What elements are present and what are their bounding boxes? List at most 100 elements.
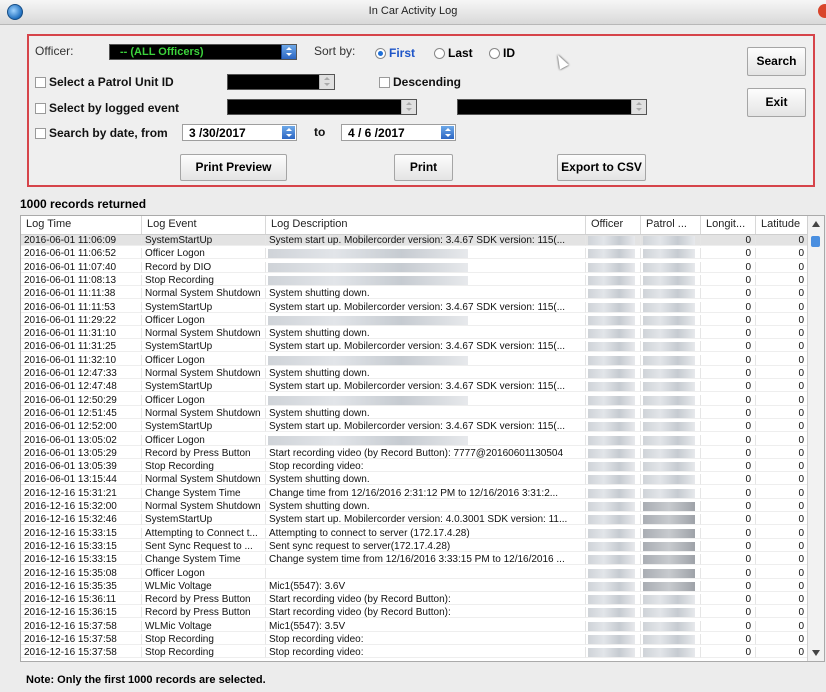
redacted-block [588,355,635,365]
sort-last-radio[interactable] [434,48,445,59]
table-row[interactable]: 2016-06-01 11:06:52 Officer Logon 0 0 [21,248,809,260]
table-row[interactable]: 2016-06-01 11:08:13 Stop Recording 0 0 [21,274,809,286]
table-cell [586,501,641,512]
table-cell: 0 [701,461,756,473]
table-cell: 0 [756,580,809,592]
redacted-block [588,648,635,658]
table-row[interactable]: 2016-12-16 15:35:08 Officer Logon 0 0 [21,567,809,579]
table-row[interactable]: 2016-06-01 11:11:38 Normal System Shutdow… [21,288,809,300]
scroll-down-icon[interactable] [812,650,820,656]
redacted-block [588,555,635,565]
table-cell [586,487,641,499]
table-cell: 2016-12-16 15:32:00 [21,501,142,512]
table-row[interactable]: 2016-06-01 11:29:22 Officer Logon 0 0 [21,314,809,326]
table-row[interactable]: 2016-06-01 12:47:48 SystemStartUp System s… [21,381,809,393]
descending-checkbox[interactable] [379,77,390,88]
table-row[interactable]: 2016-06-01 11:11:53 SystemStartUp System s… [21,301,809,313]
print-button[interactable]: Print [394,154,453,181]
table-row[interactable]: 2016-06-01 13:05:02 Officer Logon 0 0 [21,434,809,446]
table-row[interactable]: 2016-12-16 15:37:58 Stop Recording Stop re… [21,647,809,659]
table-row[interactable]: 2016-12-16 15:33:15 Attempting to Connect… [21,527,809,539]
print-preview-button[interactable]: Print Preview [180,154,287,181]
search-date-checkbox[interactable] [35,128,46,139]
log-table[interactable]: Log Time Log Event Log Description Officer P… [20,215,825,662]
date-to-value: 4 / 6 /2017 [348,126,405,140]
column-header[interactable]: Log Event [142,216,266,234]
table-row[interactable]: 2016-06-01 11:06:09 SystemStartUp System s… [21,235,809,246]
table-cell [586,314,641,326]
redacted-block [643,382,695,392]
table-row[interactable]: 2016-12-16 15:33:15 Sent Sync Request to … [21,540,809,552]
table-row[interactable]: 2016-12-16 15:37:58 Stop Recording Stop re… [21,634,809,645]
patrol-unit-checkbox[interactable] [35,77,46,88]
logged-event-detail-select[interactable] [457,99,647,115]
table-cell: Start recording video (by Record Button)… [266,447,586,459]
redacted-block [643,448,695,458]
column-header[interactable]: Patrol ... [641,216,701,234]
date-from-picker[interactable]: 3 /30/2017 [182,124,297,141]
filter-panel: Officer: -- (ALL Officers) Sort by: Firs… [27,34,815,187]
table-cell: 2016-12-16 15:33:15 [21,527,142,539]
table-row[interactable]: 2016-06-01 11:32:10 Officer Logon 0 0 [21,354,809,366]
table-row[interactable]: 2016-06-01 11:07:40 Record by DIO 0 0 [21,261,809,273]
table-cell: Sent sync request to server(172.17.4.28) [266,540,586,552]
logged-event-checkbox[interactable] [35,103,46,114]
redacted-block [268,435,468,445]
redacted-block [643,541,695,551]
column-header[interactable]: Latitude [756,216,809,234]
table-row[interactable]: 2016-12-16 15:36:15 Record by Press Butto… [21,607,809,619]
redacted-block [643,408,695,418]
redacted-block [643,315,695,325]
table-row[interactable]: 2016-12-16 15:37:58 WLMic Voltage Mic1(554… [21,620,809,632]
table-row[interactable]: 2016-06-01 13:05:39 Stop Recording Stop re… [21,461,809,473]
table-row[interactable]: 2016-06-01 12:47:33 Normal System Shutdow… [21,368,809,379]
scroll-up-icon[interactable] [812,221,820,227]
date-to-picker[interactable]: 4 / 6 /2017 [341,124,456,141]
table-row[interactable]: 2016-06-01 11:31:25 SystemStartUp System s… [21,341,809,353]
logged-event-select[interactable] [227,99,417,115]
table-cell: 0 [701,501,756,512]
table-cell [586,235,641,246]
table-row[interactable]: 2016-12-16 15:32:00 Normal System Shutdow… [21,501,809,512]
table-cell: 2016-06-01 12:51:45 [21,407,142,419]
column-header[interactable]: Longit... [701,216,756,234]
table-cell: 2016-12-16 15:36:15 [21,607,142,619]
table-cell: 0 [756,514,809,526]
table-row[interactable]: 2016-12-16 15:33:15 Change System Time Cha… [21,554,809,566]
search-button[interactable]: Search [747,47,806,76]
table-cell: 0 [701,434,756,446]
close-icon[interactable] [818,4,826,18]
table-cell: Officer Logon [142,567,266,579]
table-cell: 2016-06-01 11:08:13 [21,274,142,286]
scroll-thumb[interactable] [811,236,820,247]
export-csv-button[interactable]: Export to CSV [557,154,646,181]
sort-id-radio[interactable] [489,48,500,59]
table-row[interactable]: 2016-06-01 12:50:29 Officer Logon 0 0 [21,394,809,406]
sort-first-radio[interactable] [375,48,386,59]
table-row[interactable]: 2016-06-01 12:51:45 Normal System Shutdow… [21,407,809,419]
column-header[interactable]: Officer [586,216,641,234]
table-cell: 2016-12-16 15:35:35 [21,580,142,592]
table-row[interactable]: 2016-12-16 15:32:46 SystemStartUp System s… [21,514,809,526]
table-cell: 2016-06-01 12:52:00 [21,421,142,433]
sort-by-label: Sort by: [314,44,356,58]
table-row[interactable]: 2016-06-01 11:31:10 Normal System Shutdow… [21,328,809,340]
officer-select[interactable]: -- (ALL Officers) [109,44,297,60]
table-row[interactable]: 2016-06-01 13:05:29 Record by Press Butto… [21,447,809,459]
table-cell: 0 [701,314,756,326]
table-row[interactable]: 2016-06-01 12:52:00 SystemStartUp System s… [21,421,809,433]
redacted-block [588,502,635,511]
table-row[interactable]: 2016-12-16 15:36:11 Record by Press Butto… [21,594,809,606]
table-row[interactable]: 2016-12-16 15:31:21 Change System Time Cha… [21,487,809,499]
column-header[interactable]: Log Description [266,216,586,234]
table-cell [641,474,701,486]
table-row[interactable]: 2016-06-01 13:15:44 Normal System Shutdow… [21,474,809,486]
table-cell [641,394,701,406]
vertical-scrollbar[interactable] [807,216,824,661]
table-cell: 0 [701,580,756,592]
column-header[interactable]: Log Time [21,216,142,234]
redacted-block [588,462,635,472]
patrol-unit-select[interactable] [227,74,335,90]
exit-button[interactable]: Exit [747,88,806,117]
table-row[interactable]: 2016-12-16 15:35:35 WLMic Voltage Mic1(554… [21,580,809,592]
